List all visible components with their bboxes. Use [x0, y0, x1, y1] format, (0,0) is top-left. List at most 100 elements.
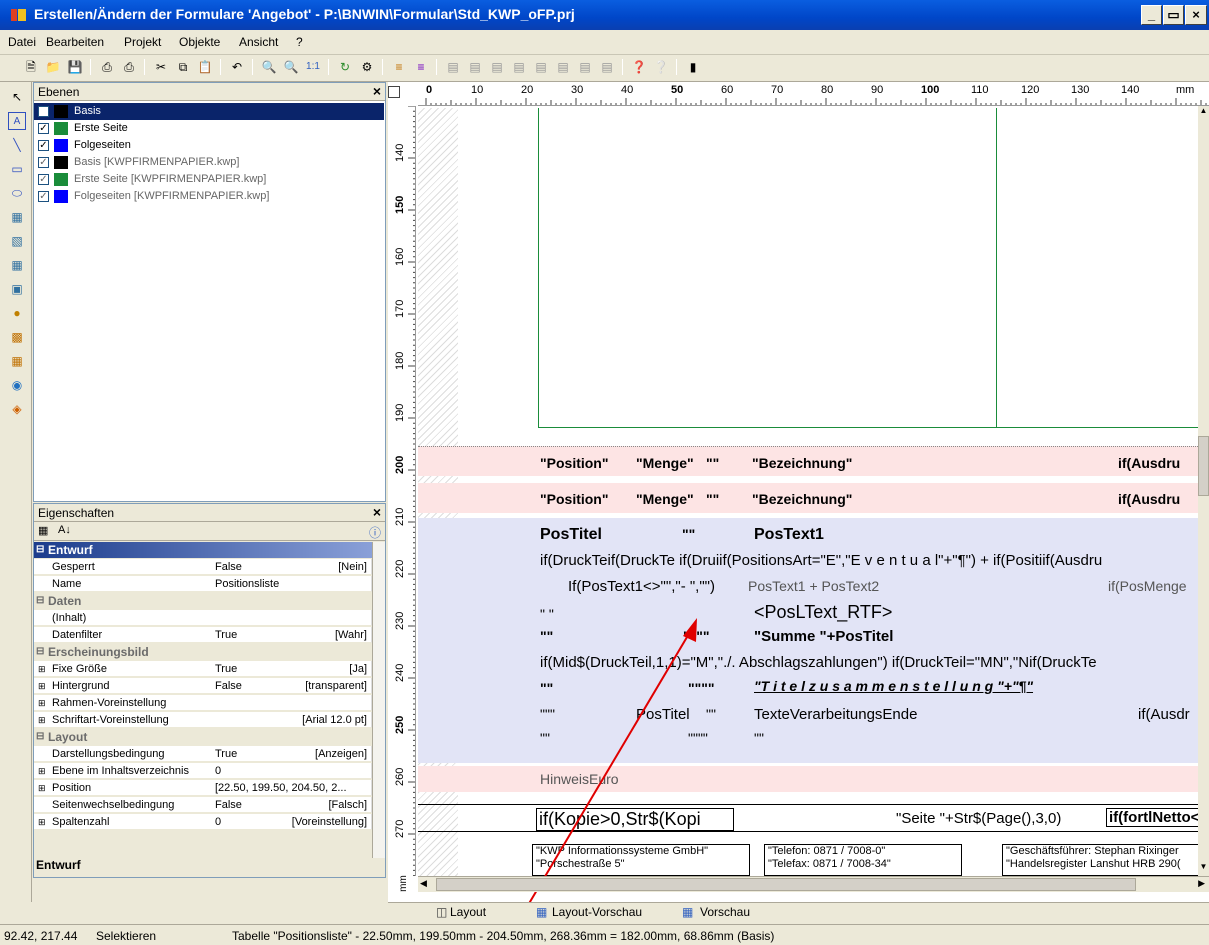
layers-close-icon[interactable]: ×: [373, 83, 381, 99]
align-middle-icon[interactable]: ▤: [532, 58, 550, 76]
layer-item[interactable]: ✓ Basis [KWPFIRMENPAPIER.kwp]: [34, 154, 384, 171]
menu-datei[interactable]: Datei: [8, 35, 36, 49]
tab-layout[interactable]: Layout: [450, 905, 486, 919]
property-value[interactable]: 0: [215, 814, 221, 830]
refresh-icon[interactable]: ↻: [336, 58, 354, 76]
header-band-1[interactable]: "Position" "Menge" "" "Bezeichnung" if(A…: [418, 446, 1200, 476]
property-row[interactable]: ⊞ Spaltenzahl 0 [Voreinstellung]: [34, 814, 372, 830]
same-width-icon[interactable]: ▤: [576, 58, 594, 76]
close-button[interactable]: ×: [1185, 5, 1207, 25]
layer-down-icon[interactable]: ≡: [412, 58, 430, 76]
property-row[interactable]: ⊞ Fixe Größe True [Ja]: [34, 661, 372, 677]
ellipse-tool-icon[interactable]: ⬭: [8, 184, 26, 202]
property-row[interactable]: ⊞ Rahmen-Voreinstellung: [34, 695, 372, 711]
property-value[interactable]: [22.50, 199.50, 204.50, 2...: [215, 780, 347, 796]
horizontal-scroll-thumb[interactable]: [436, 878, 1136, 891]
property-value[interactable]: True: [215, 661, 237, 677]
property-row[interactable]: ⊞ Schriftart-Voreinstellung [Arial 12.0 pt…: [34, 712, 372, 728]
layer-item[interactable]: ✓ Folgeseiten [KWPFIRMENPAPIER.kwp]: [34, 188, 384, 205]
rectangle-tool-icon[interactable]: ▭: [8, 160, 26, 178]
layer-up-icon[interactable]: ≡: [390, 58, 408, 76]
property-category[interactable]: ⊟ Layout: [34, 729, 372, 745]
scroll-down-icon[interactable]: ▼: [1198, 862, 1209, 876]
data-band[interactable]: PosTitel "" PosText1 if(DruckTeif(DruckT…: [418, 518, 1200, 763]
properties-icon[interactable]: ⚙: [358, 58, 376, 76]
align-right-icon[interactable]: ▤: [488, 58, 506, 76]
property-value[interactable]: Positionsliste: [215, 576, 279, 592]
tab-layout-vorschau[interactable]: Layout-Vorschau: [552, 905, 642, 919]
property-category[interactable]: ⊟ Erscheinungsbild: [34, 644, 372, 660]
info-icon[interactable]: ⓘ: [369, 524, 381, 541]
cut-icon[interactable]: ✂: [152, 58, 170, 76]
tab-vorschau[interactable]: Vorschau: [700, 905, 750, 919]
property-value[interactable]: True: [215, 746, 237, 762]
align-center-icon[interactable]: ▤: [466, 58, 484, 76]
zoom-in-icon[interactable]: 🔍: [260, 58, 278, 76]
layer-item[interactable]: ✓ Folgeseiten: [34, 137, 384, 154]
ole-tool-icon[interactable]: ◉: [8, 376, 26, 394]
property-row[interactable]: Darstellungsbedingung True [Anzeigen]: [34, 746, 372, 762]
page-footer-band[interactable]: if(Kopie>0,Str$(Kopi "Seite "+Str$(Page(…: [418, 804, 1200, 832]
align-bottom-icon[interactable]: ▤: [554, 58, 572, 76]
layer-item[interactable]: ✓ Erste Seite: [34, 120, 384, 137]
property-value[interactable]: 0: [215, 763, 221, 779]
vertical-scrollbar[interactable]: ▲ ▼: [1198, 106, 1209, 876]
layer-visible-checkbox[interactable]: ✓: [38, 157, 49, 168]
align-top-icon[interactable]: ▤: [510, 58, 528, 76]
categorized-icon[interactable]: ▦: [38, 524, 48, 537]
print-preview-icon[interactable]: ⎙: [120, 58, 138, 76]
scroll-left-icon[interactable]: ◀: [420, 878, 427, 889]
header-band-2[interactable]: "Position" "Menge" "" "Bezeichnung" if(A…: [418, 483, 1200, 513]
open-icon[interactable]: 📁: [44, 58, 62, 76]
menu-projekt[interactable]: Projekt: [124, 35, 161, 49]
context-help-icon[interactable]: ❔: [652, 58, 670, 76]
exit-icon[interactable]: ▮: [684, 58, 702, 76]
image-tool-icon[interactable]: ▦: [8, 208, 26, 226]
property-value[interactable]: True: [215, 627, 237, 643]
property-value[interactable]: False: [215, 678, 242, 694]
rtf-tool-icon[interactable]: ◈: [8, 400, 26, 418]
property-value[interactable]: False: [215, 797, 242, 813]
table-tool-icon[interactable]: ▦: [8, 256, 26, 274]
menu-help[interactable]: ?: [296, 35, 303, 49]
zoom-100-icon[interactable]: 1:1: [304, 58, 322, 76]
property-row[interactable]: Gesperrt False [Nein]: [34, 559, 372, 575]
layer-visible-checkbox[interactable]: ✓: [38, 140, 49, 151]
same-height-icon[interactable]: ▤: [598, 58, 616, 76]
save-icon[interactable]: 💾: [66, 58, 84, 76]
layer-item[interactable]: ✓ Basis: [34, 103, 384, 120]
text-tool-icon[interactable]: A: [8, 112, 26, 130]
vertical-scroll-thumb[interactable]: [1198, 436, 1209, 496]
menu-ansicht[interactable]: Ansicht: [239, 35, 278, 49]
copy-icon[interactable]: ⧉: [174, 58, 192, 76]
scroll-right-icon[interactable]: ▶: [1198, 878, 1205, 889]
horizontal-scrollbar[interactable]: ◀ ▶: [418, 876, 1209, 892]
select-tool-icon[interactable]: ↖: [8, 88, 26, 106]
scroll-up-icon[interactable]: ▲: [1198, 106, 1209, 120]
align-left-icon[interactable]: ▤: [444, 58, 462, 76]
new-icon[interactable]: 🗎: [22, 58, 40, 76]
form-tool-icon[interactable]: ▣: [8, 280, 26, 298]
minimize-button[interactable]: _: [1141, 5, 1162, 25]
property-row[interactable]: Name Positionsliste: [34, 576, 372, 592]
property-row[interactable]: (Inhalt): [34, 610, 372, 626]
layer-visible-checkbox[interactable]: ✓: [38, 123, 49, 134]
print-icon[interactable]: ⎙: [98, 58, 116, 76]
chart-tool-icon[interactable]: ▩: [8, 328, 26, 346]
property-category[interactable]: ⊟ Entwurf: [34, 542, 372, 558]
sort-alpha-icon[interactable]: A↓: [58, 524, 71, 536]
line-tool-icon[interactable]: ╲: [8, 136, 26, 154]
property-row[interactable]: Datenfilter True [Wahr]: [34, 627, 372, 643]
help-icon[interactable]: ❓: [630, 58, 648, 76]
signature-tool-icon[interactable]: ●: [8, 304, 26, 322]
maximize-button[interactable]: ▭: [1163, 5, 1184, 25]
property-row[interactable]: ⊞ Position [22.50, 199.50, 204.50, 2...: [34, 780, 372, 796]
undo-icon[interactable]: ↶: [228, 58, 246, 76]
property-row[interactable]: Seitenwechselbedingung False [Falsch]: [34, 797, 372, 813]
layer-item[interactable]: ✓ Erste Seite [KWPFIRMENPAPIER.kwp]: [34, 171, 384, 188]
property-row[interactable]: ⊞ Ebene im Inhaltsverzeichnis 0: [34, 763, 372, 779]
crosstab-tool-icon[interactable]: ▦: [8, 352, 26, 370]
properties-close-icon[interactable]: ×: [373, 504, 381, 520]
hinweis-band[interactable]: HinweisEuro: [418, 766, 1200, 792]
properties-scrollbar[interactable]: [372, 542, 385, 858]
